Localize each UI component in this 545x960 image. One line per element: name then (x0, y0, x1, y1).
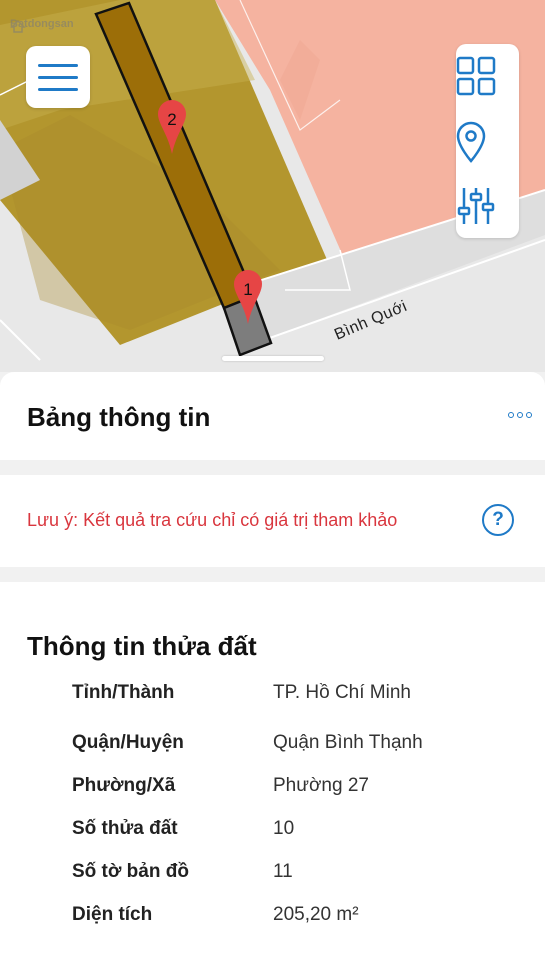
row-value: 11 (273, 861, 293, 882)
sliders-icon (457, 188, 495, 224)
question-circle-icon: ? (492, 509, 504, 530)
map-view[interactable]: 2 1 Batdongsan Bình Quới (0, 0, 545, 372)
help-button[interactable]: ? (482, 504, 514, 536)
house-logo-icon (10, 19, 26, 33)
menu-button[interactable] (26, 46, 90, 108)
more-dots-icon (508, 412, 514, 418)
row-label: Tỉnh/Thành (72, 682, 175, 703)
row-label: Diện tích (72, 904, 153, 925)
row-value: TP. Hồ Chí Minh (273, 682, 411, 703)
hamburger-menu-icon-line (38, 87, 78, 91)
row-value: 205,20 m² (273, 904, 359, 925)
more-options-button[interactable] (508, 412, 532, 418)
row-label: Số thửa đất (72, 818, 178, 839)
info-panel-title: Bảng thông tin (27, 402, 211, 432)
pin-label-1: 1 (243, 280, 252, 299)
row-label: Phường/Xã (72, 775, 176, 796)
info-panel-header: Bảng thông tin (0, 372, 545, 460)
parcel-info-card: Thông tin thửa đất Tỉnh/Thành TP. Hồ Chí… (0, 582, 545, 960)
row-label: Số tờ bản đồ (72, 861, 189, 882)
location-pin-icon (456, 121, 486, 163)
batdongsan-logo: Batdongsan (10, 18, 74, 33)
hamburger-menu-icon-line (38, 75, 78, 79)
more-dots-icon (517, 412, 523, 418)
sheet-drag-handle[interactable] (222, 356, 324, 361)
notice-card: Lưu ý: Kết quả tra cứu chỉ có giá trị th… (0, 475, 545, 567)
row-label: Quận/Huyện (72, 732, 184, 753)
grid-icon (456, 56, 496, 96)
parcel-info-title: Thông tin thửa đất (27, 631, 257, 661)
row-value: Quận Bình Thạnh (273, 732, 423, 753)
map-tools-panel (456, 44, 519, 238)
disclaimer-text: Lưu ý: Kết quả tra cứu chỉ có giá trị th… (27, 510, 398, 530)
pin-label-2: 2 (167, 110, 176, 129)
hamburger-menu-icon-line (38, 63, 78, 67)
row-value: 10 (273, 818, 295, 839)
row-value: Phường 27 (273, 775, 369, 796)
more-dots-icon (526, 412, 532, 418)
